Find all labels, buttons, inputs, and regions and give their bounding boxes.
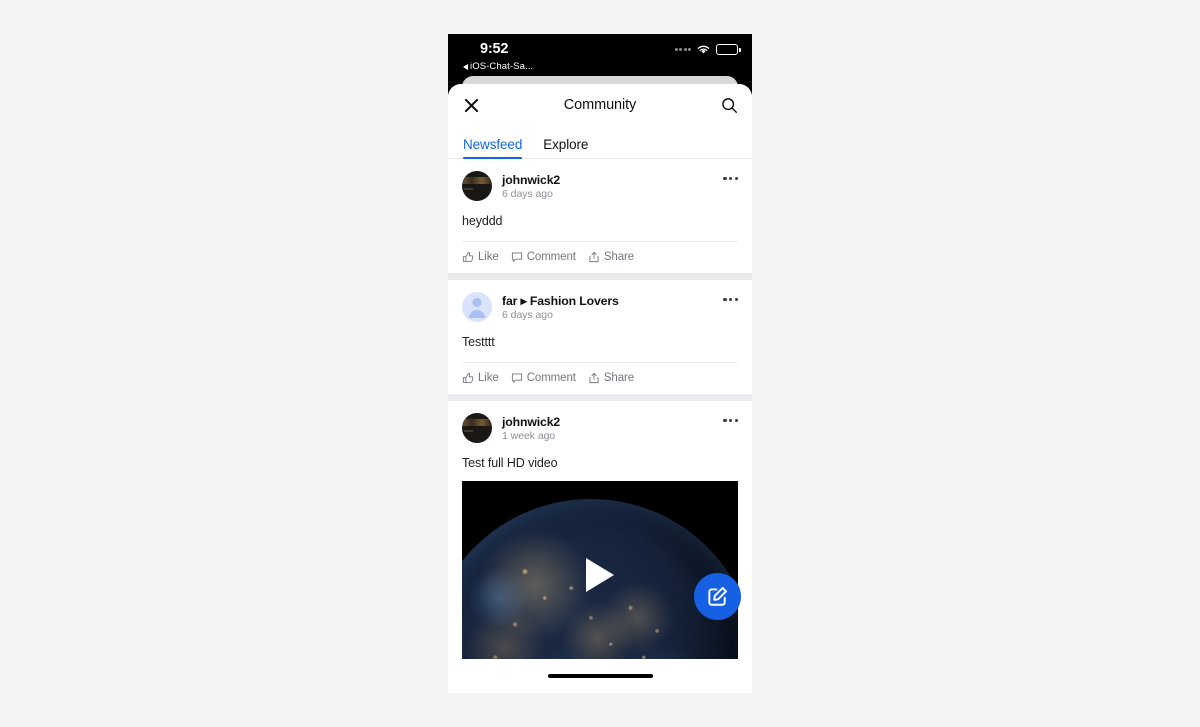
person-placeholder-body xyxy=(469,310,485,318)
post-card: johnwick2 6 days ago heyddd Like Comment… xyxy=(448,159,752,273)
post-timestamp: 1 week ago xyxy=(502,429,556,442)
wifi-icon xyxy=(697,45,710,54)
post-username[interactable]: far ▸ Fashion Lovers xyxy=(502,294,619,308)
play-button-icon[interactable] xyxy=(586,558,614,592)
post-body-text: Test full HD video xyxy=(462,456,558,470)
like-label: Like xyxy=(478,372,499,384)
post-card: johnwick2 1 week ago Test full HD video xyxy=(448,401,752,669)
post-timestamp: 6 days ago xyxy=(502,187,553,200)
comment-button[interactable]: Comment xyxy=(511,372,576,384)
compose-icon xyxy=(708,587,727,606)
post-header: johnwick2 6 days ago xyxy=(462,159,738,201)
comment-bubble-icon xyxy=(511,252,522,262)
post-timestamp: 6 days ago xyxy=(502,308,553,321)
share-button[interactable]: Share xyxy=(588,372,634,384)
status-bar-indicators xyxy=(674,44,741,55)
comment-label: Comment xyxy=(526,372,576,384)
tab-newsfeed[interactable]: Newsfeed xyxy=(463,137,523,159)
post-username[interactable]: johnwick2 xyxy=(502,173,560,187)
navbar: Community xyxy=(448,84,752,126)
tab-explore[interactable]: Explore xyxy=(543,137,588,158)
post-author-block: far ▸ Fashion Lovers 6 days ago xyxy=(502,294,619,321)
search-icon[interactable] xyxy=(717,93,741,117)
tab-bar: Newsfeed Explore xyxy=(448,126,752,159)
post-header: johnwick2 1 week ago xyxy=(462,401,738,443)
comment-button[interactable]: Comment xyxy=(511,251,576,263)
share-button[interactable]: Share xyxy=(588,251,634,263)
person-placeholder-icon xyxy=(472,298,482,307)
home-indicator-area xyxy=(448,659,752,693)
back-triangle-icon xyxy=(463,63,468,70)
avatar[interactable] xyxy=(462,171,492,201)
phone-frame: 9:52 iOS-Chat-Sa... Community Newsfeed E… xyxy=(448,34,752,693)
compose-post-fab[interactable] xyxy=(694,573,741,620)
post-action-bar: Like Comment Share xyxy=(462,362,738,394)
avatar[interactable] xyxy=(462,413,492,443)
share-label: Share xyxy=(603,251,635,263)
post-body-text: Testttt xyxy=(462,335,495,349)
post-header: far ▸ Fashion Lovers 6 days ago xyxy=(462,280,738,322)
community-modal-sheet: Community Newsfeed Explore johnwick2 6 d… xyxy=(448,84,752,693)
ios-status-bar: 9:52 iOS-Chat-Sa... xyxy=(448,34,752,82)
thumbs-up-icon xyxy=(462,372,474,383)
avatar[interactable] xyxy=(462,292,492,322)
page-title: Community xyxy=(563,97,637,113)
status-bar-time: 9:52 xyxy=(480,41,509,57)
status-bar-back-link[interactable]: iOS-Chat-Sa... xyxy=(463,61,533,72)
close-icon[interactable] xyxy=(459,93,483,117)
post-body-text: heyddd xyxy=(462,214,503,228)
post-author-block: johnwick2 6 days ago xyxy=(502,173,560,200)
post-video-thumbnail[interactable] xyxy=(462,481,738,669)
post-more-options-icon[interactable] xyxy=(723,298,738,302)
post-more-options-icon[interactable] xyxy=(723,177,738,181)
share-icon xyxy=(589,251,599,263)
like-button[interactable]: Like xyxy=(462,372,499,384)
signal-dots-icon xyxy=(674,48,691,51)
thumbs-up-icon xyxy=(462,251,474,262)
like-label: Like xyxy=(478,251,499,263)
post-more-options-icon[interactable] xyxy=(723,419,738,423)
comment-label: Comment xyxy=(526,251,576,263)
like-button[interactable]: Like xyxy=(462,251,499,263)
post-action-bar: Like Comment Share xyxy=(462,241,738,273)
status-bar-back-label: iOS-Chat-Sa... xyxy=(470,61,534,72)
home-indicator[interactable] xyxy=(547,674,653,678)
post-author-block: johnwick2 1 week ago xyxy=(502,415,560,442)
post-username[interactable]: johnwick2 xyxy=(502,415,560,429)
post-card: far ▸ Fashion Lovers 6 days ago Testttt … xyxy=(448,280,752,394)
share-icon xyxy=(589,372,599,384)
share-label: Share xyxy=(603,372,635,384)
battery-icon xyxy=(716,44,741,55)
comment-bubble-icon xyxy=(511,373,522,383)
